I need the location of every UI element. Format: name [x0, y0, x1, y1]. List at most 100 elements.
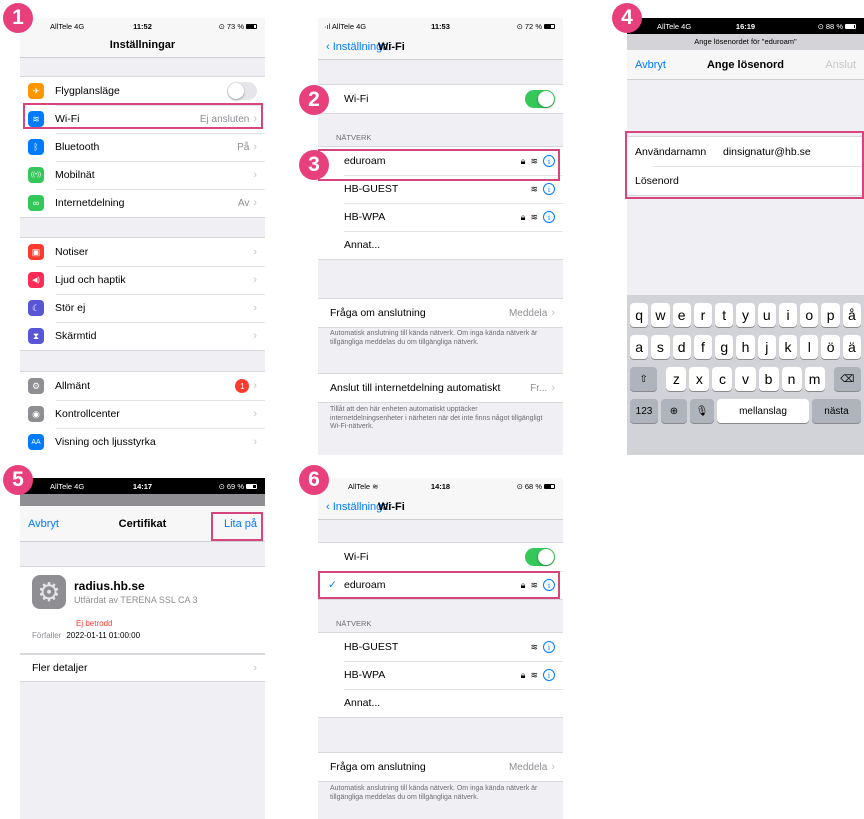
- numbers-key[interactable]: 123: [630, 399, 658, 423]
- info-icon[interactable]: i: [543, 211, 555, 223]
- row-label: Kontrollcenter: [55, 408, 120, 420]
- settings-row-bluetooth[interactable]: ᛒ Bluetooth På ›: [20, 133, 265, 161]
- key-u[interactable]: u: [757, 303, 776, 327]
- microphone-key-icon[interactable]: 🎙︎: [690, 399, 714, 423]
- settings-row-notifications[interactable]: ▣ Notiser ›: [20, 238, 265, 266]
- key-z[interactable]: z: [666, 367, 687, 391]
- info-icon[interactable]: i: [543, 669, 555, 681]
- key-j[interactable]: j: [757, 335, 776, 359]
- key-k[interactable]: k: [778, 335, 798, 359]
- settings-row-screentime[interactable]: ⧗ Skärmtid ›: [20, 322, 265, 350]
- key-g[interactable]: g: [715, 335, 734, 359]
- toggles-icon: ◉: [28, 406, 44, 422]
- nav-bar: ‹ Inställningar Wi-Fi: [318, 494, 563, 520]
- network-name: HB-GUEST: [344, 641, 399, 653]
- page-title: Wi-Fi: [378, 501, 405, 513]
- chevron-right-icon: ›: [253, 302, 257, 314]
- chevron-right-icon: ›: [253, 274, 257, 286]
- wifi-signal-icon: ≋: [530, 669, 538, 680]
- settings-row-hotspot[interactable]: ∞ Internetdelning Av ›: [20, 189, 265, 217]
- step-1-marker: 1: [3, 3, 33, 33]
- space-key[interactable]: mellanslag: [717, 399, 809, 423]
- key-q[interactable]: q: [630, 303, 649, 327]
- key-e[interactable]: e: [672, 303, 691, 327]
- clock: 14:17: [132, 481, 153, 491]
- ask-join-row[interactable]: Fråga om anslutning Meddela ›: [318, 753, 563, 781]
- notifications-icon: ▣: [28, 244, 44, 260]
- settings-row-display[interactable]: AA Visning och ljusstyrka ›: [20, 428, 265, 455]
- network-row-hb-wpa[interactable]: HB-WPA 🔒︎ ≋ i: [318, 203, 563, 231]
- expires-value: 2022-01-11 01:00:00: [66, 631, 141, 640]
- step-5-marker: 5: [3, 465, 33, 495]
- key-l[interactable]: l: [800, 335, 819, 359]
- info-icon[interactable]: i: [543, 183, 555, 195]
- row-value: Av: [237, 197, 250, 209]
- more-details-group: Fler detaljer ›: [20, 654, 265, 682]
- key-f[interactable]: f: [693, 335, 713, 359]
- key-o[interactable]: o: [800, 303, 819, 327]
- backspace-key-icon[interactable]: ⌫: [833, 367, 861, 391]
- airplane-toggle[interactable]: [227, 82, 257, 100]
- key-ö[interactable]: ö: [821, 335, 840, 359]
- untrusted-status: Ej betrodd: [76, 619, 113, 628]
- key-a[interactable]: a: [630, 335, 649, 359]
- key-p[interactable]: p: [821, 303, 840, 327]
- globe-key-icon[interactable]: ⊕: [661, 399, 687, 423]
- settings-row-dnd[interactable]: ☾ Stör ej ›: [20, 294, 265, 322]
- wifi-toggle[interactable]: [525, 548, 555, 566]
- key-r[interactable]: r: [693, 303, 713, 327]
- network-row-other[interactable]: Annat...: [318, 689, 563, 717]
- key-h[interactable]: h: [736, 335, 755, 359]
- key-b[interactable]: b: [758, 367, 779, 391]
- settings-row-airplane[interactable]: ✈ Flygplansläge: [20, 77, 265, 105]
- wifi-toggle-row[interactable]: Wi-Fi: [318, 543, 563, 571]
- chevron-right-icon: ›: [253, 141, 257, 153]
- ask-join-row[interactable]: Fråga om anslutning Meddela ›: [318, 299, 563, 327]
- next-key[interactable]: nästa: [812, 399, 861, 423]
- settings-row-general[interactable]: ⚙ Allmänt 1 ›: [20, 372, 265, 400]
- key-å[interactable]: å: [842, 303, 861, 327]
- networks-header: NÄTVERK: [336, 133, 372, 142]
- info-icon[interactable]: i: [543, 641, 555, 653]
- network-name: Annat...: [344, 239, 381, 251]
- wifi-toggle[interactable]: [525, 90, 555, 108]
- credentials-highlight: [625, 131, 864, 199]
- key-d[interactable]: d: [672, 335, 691, 359]
- settings-row-control-center[interactable]: ◉ Kontrollcenter ›: [20, 400, 265, 428]
- network-row-hb-guest[interactable]: HB-GUEST ≋ i: [318, 633, 563, 661]
- row-label: Wi-Fi: [344, 93, 369, 105]
- network-row-other[interactable]: Annat...: [318, 231, 563, 259]
- key-i[interactable]: i: [778, 303, 798, 327]
- auto-hotspot-row[interactable]: Anslut till internetdelning automatiskt …: [318, 374, 563, 402]
- settings-row-mobile[interactable]: ((•)) Mobilnät ›: [20, 161, 265, 189]
- key-s[interactable]: s: [651, 335, 670, 359]
- wifi-toggle-group: Wi-Fi: [318, 84, 563, 114]
- key-v[interactable]: v: [735, 367, 756, 391]
- chevron-right-icon: ›: [253, 246, 257, 258]
- key-n[interactable]: n: [781, 367, 802, 391]
- battery-icon: [246, 483, 257, 489]
- network-name: Annat...: [344, 697, 381, 709]
- join-button[interactable]: Anslut: [825, 59, 856, 71]
- nav-bar: ‹ Inställningar Wi-Fi: [318, 34, 563, 60]
- key-w[interactable]: w: [651, 303, 670, 327]
- status-bar: AllTele 4G 16:19 ⊙ 88 %: [627, 18, 864, 34]
- key-m[interactable]: m: [804, 367, 825, 391]
- shift-key-icon[interactable]: ⇧: [630, 367, 658, 391]
- gear-icon: ⚙: [28, 378, 44, 394]
- more-details-row[interactable]: Fler detaljer ›: [20, 655, 265, 681]
- settings-group-connectivity: ✈ Flygplansläge ≋ Wi-Fi Ej ansluten › ᛒ B…: [20, 76, 265, 218]
- hotspot-group: Anslut till internetdelning automatiskt …: [318, 373, 563, 403]
- key-t[interactable]: t: [715, 303, 734, 327]
- settings-row-sounds[interactable]: ◀) Ljud och haptik ›: [20, 266, 265, 294]
- key-y[interactable]: y: [736, 303, 755, 327]
- key-c[interactable]: c: [712, 367, 733, 391]
- key-x[interactable]: x: [689, 367, 710, 391]
- status-bar: AllTele ≋ 14:18 ⊙ 68 %: [318, 478, 563, 494]
- network-row-hb-wpa[interactable]: HB-WPA 🔒︎ ≋ i: [318, 661, 563, 689]
- wifi-toggle-row[interactable]: Wi-Fi: [318, 85, 563, 113]
- clock: 14:18: [430, 481, 451, 491]
- wifi-signal-icon: ≋: [530, 641, 538, 652]
- step-6-marker: 6: [299, 465, 329, 495]
- key-ä[interactable]: ä: [842, 335, 861, 359]
